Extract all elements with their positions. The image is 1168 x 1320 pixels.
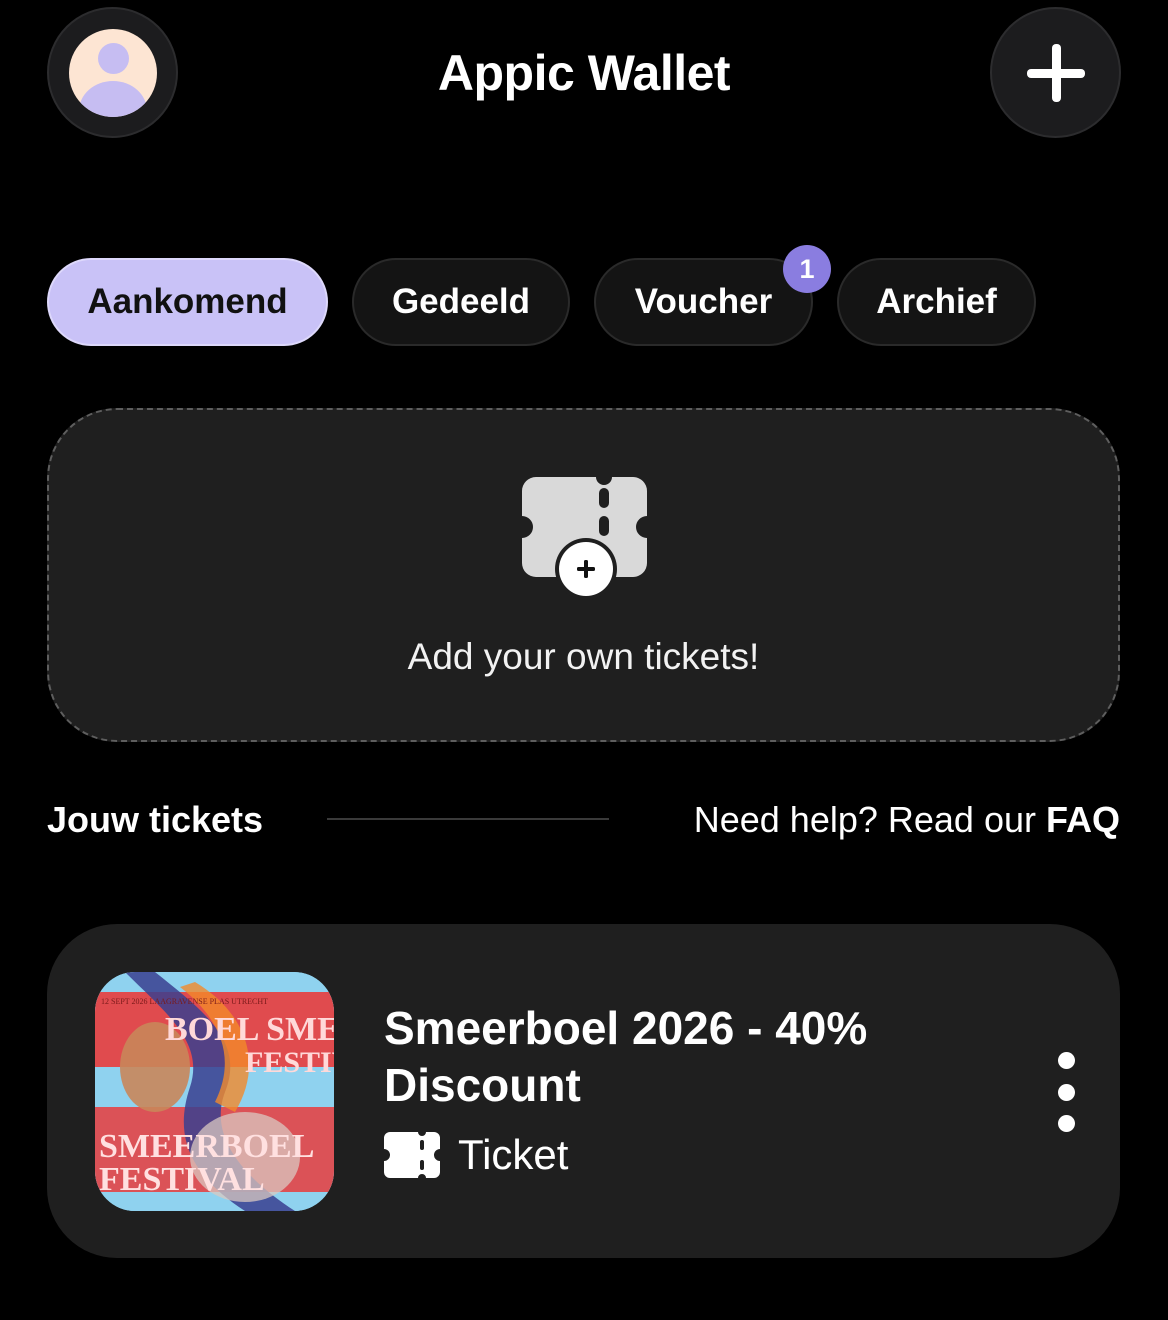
section-divider xyxy=(327,818,609,820)
poster-text: SMEERBOEL xyxy=(99,1128,314,1165)
poster-text: BOEL SME xyxy=(165,1011,334,1048)
tab-aankomend[interactable]: Aankomend xyxy=(47,258,328,346)
section-title: Jouw tickets xyxy=(47,799,264,840)
help-text: Need help? Read our xyxy=(693,799,1046,840)
ticket-title: Smeerboel 2026 - 40% Discount xyxy=(384,1002,868,1111)
add-tickets-label: Add your own tickets! xyxy=(407,636,760,677)
wallet-screen: Appic Wallet Aankomend Gedeeld Voucher A… xyxy=(0,0,1168,1320)
tab-voucher[interactable]: Voucher xyxy=(594,258,813,346)
tab-label: Aankomend xyxy=(87,282,288,321)
ticket-card[interactable]: 12 SEPT 2026 LAAGRAVENSE PLAS UTRECHT BO… xyxy=(47,924,1120,1258)
ticket-type-label: Ticket xyxy=(458,1131,569,1178)
tab-label: Voucher xyxy=(634,282,773,321)
tab-gedeeld[interactable]: Gedeeld xyxy=(352,258,570,346)
ticket-type: Ticket xyxy=(384,1131,568,1179)
ticket-icon xyxy=(384,1132,440,1178)
voucher-count-badge: 1 xyxy=(783,245,831,293)
tab-archief[interactable]: Archief xyxy=(837,258,1036,346)
add-button[interactable] xyxy=(990,7,1121,138)
poster-text: FESTIVAL xyxy=(99,1161,265,1198)
help-link[interactable]: Need help? Read our FAQ xyxy=(694,799,1120,841)
tab-label: Archief xyxy=(876,282,997,321)
add-tickets-card[interactable]: Add your own tickets! xyxy=(47,408,1120,742)
tab-label: Gedeeld xyxy=(391,282,531,321)
plus-icon xyxy=(1026,43,1085,102)
faq-link[interactable]: FAQ xyxy=(1046,799,1120,840)
poster-text: 12 SEPT 2026 LAAGRAVENSE PLAS UTRECHT xyxy=(101,997,268,1006)
more-vertical-icon[interactable] xyxy=(1042,1052,1090,1132)
event-poster-image: 12 SEPT 2026 LAAGRAVENSE PLAS UTRECHT BO… xyxy=(95,972,334,1211)
add-ticket-icon xyxy=(522,477,647,600)
poster-text: FESTIV xyxy=(245,1046,334,1079)
